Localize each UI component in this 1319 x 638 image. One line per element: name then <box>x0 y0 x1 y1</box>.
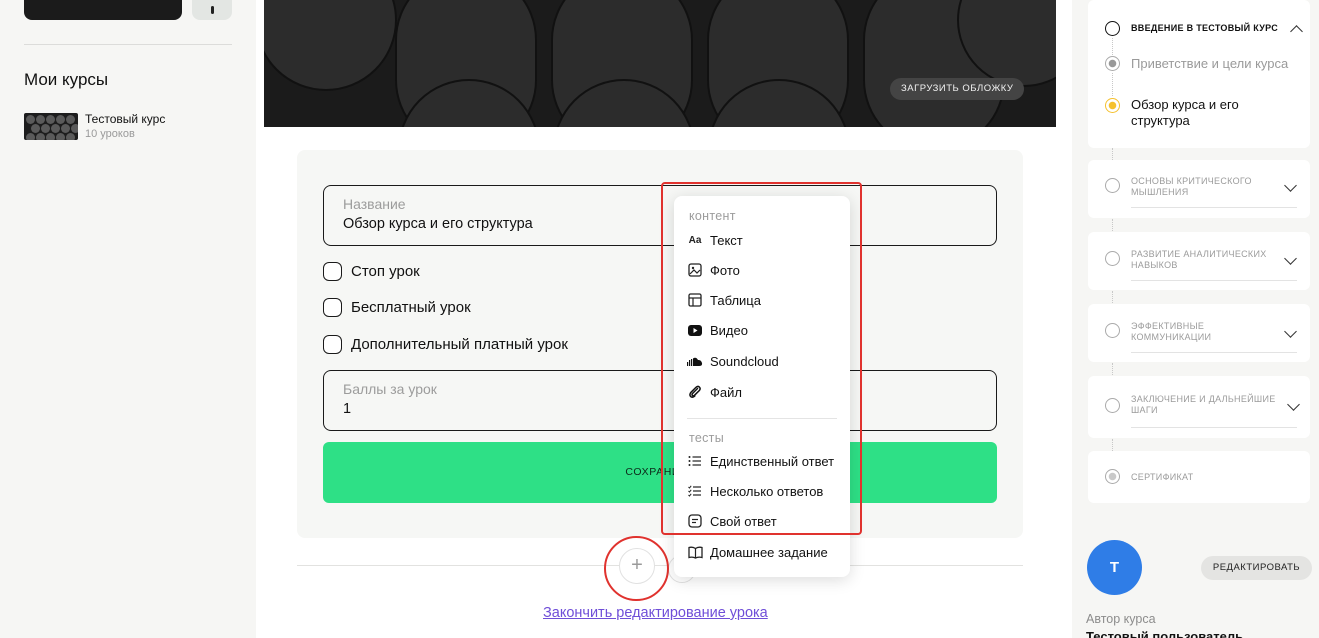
section-underline <box>1131 352 1297 353</box>
timeline-connector <box>1112 38 1113 55</box>
checkbox-box[interactable] <box>323 298 342 317</box>
my-courses-title: Мои курсы <box>24 70 109 89</box>
section-title: ЗАКЛЮЧЕНИЕ И ДАЛЬНЕЙШИЕ ШАГИ <box>1131 394 1276 415</box>
highlight-circle <box>604 536 669 601</box>
chevron-down-icon[interactable] <box>1284 179 1297 192</box>
lesson-points-value: 1 <box>343 401 352 417</box>
outline-section-intro[interactable]: ВВЕДЕНИЕ В ТЕСТОВЫЙ КУРС Приветствие и ц… <box>1088 0 1310 148</box>
section-status-icon <box>1105 21 1120 36</box>
certificate-icon <box>1105 469 1120 484</box>
timeline-connector <box>1112 148 1113 160</box>
timeline-connector <box>1112 219 1113 231</box>
certificate-label: СЕРТИФИКАТ <box>1131 472 1194 482</box>
lesson-points-field[interactable]: Баллы за урок 1 <box>323 370 997 431</box>
section-underline <box>1131 427 1297 428</box>
timeline-connector <box>1112 73 1113 96</box>
section-status-icon <box>1105 251 1120 266</box>
outline-section-critical[interactable]: ОСНОВЫ КРИТИЧЕСКОГО МЫШЛЕНИЯ <box>1088 160 1310 218</box>
account-button[interactable] <box>24 0 182 20</box>
lesson-name-label: Название <box>343 196 406 212</box>
outline-lesson-overview[interactable]: Обзор курса и его структура <box>1131 97 1281 129</box>
lesson-settings-card: Название Обзор курса и его структура Сто… <box>297 150 1023 538</box>
lesson-name-field[interactable]: Название Обзор курса и его структура <box>323 185 997 246</box>
outline-lesson-welcome[interactable]: Приветствие и цели курса <box>1131 56 1288 71</box>
section-title: ЭФФЕКТИВНЫЕ КОММУНИКАЦИИ <box>1131 321 1212 342</box>
course-lessons-count: 10 уроков <box>85 128 135 140</box>
highlight-rectangle <box>661 182 862 535</box>
lesson-status-icon <box>1105 56 1120 71</box>
section-title: ОСНОВЫ КРИТИЧЕСКОГО МЫШЛЕНИЯ <box>1131 176 1252 197</box>
chevron-down-icon[interactable] <box>1284 252 1297 265</box>
left-sidebar: Мои курсы Тестовый курс 10 уроков <box>0 0 256 638</box>
author-name: Тестовый пользователь <box>1086 629 1244 638</box>
save-button[interactable]: СОХРАНИТЬ <box>323 442 997 503</box>
outline-section-conclusion[interactable]: ЗАКЛЮЧЕНИЕ И ДАЛЬНЕЙШИЕ ШАГИ <box>1088 376 1310 438</box>
outline-certificate[interactable]: СЕРТИФИКАТ <box>1088 451 1310 503</box>
cover-pattern <box>264 0 1056 127</box>
section-status-icon <box>1105 178 1120 193</box>
menu-item-homework[interactable]: Домашнее задание <box>687 543 847 563</box>
chevron-up-icon[interactable] <box>1290 25 1303 38</box>
edit-course-button[interactable]: РЕДАКТИРОВАТЬ <box>1201 556 1312 580</box>
timeline-connector <box>1112 439 1113 451</box>
checkbox-box[interactable] <box>323 262 342 281</box>
timeline-connector <box>1112 363 1113 375</box>
section-status-icon <box>1105 323 1120 338</box>
upload-cover-button[interactable]: ЗАГРУЗИТЬ ОБЛОЖКУ <box>890 78 1025 100</box>
outline-section-communications[interactable]: ЭФФЕКТИВНЫЕ КОММУНИКАЦИИ <box>1088 304 1310 362</box>
lesson-points-label: Баллы за урок <box>343 381 437 397</box>
section-title: ВВЕДЕНИЕ В ТЕСТОВЫЙ КУРС <box>1131 23 1279 33</box>
checkbox-label: Стоп урок <box>351 263 420 280</box>
course-item[interactable]: Тестовый курс 10 уроков <box>24 111 232 145</box>
section-title: РАЗВИТИЕ АНАЛИТИЧЕСКИХ НАВЫКОВ <box>1131 249 1267 270</box>
author-avatar: T <box>1087 540 1142 595</box>
finish-editing-link[interactable]: Закончить редактирование урока <box>543 605 768 621</box>
lesson-cover: ЗАГРУЗИТЬ ОБЛОЖКУ <box>264 0 1056 127</box>
checkbox-label: Бесплатный урок <box>351 299 471 316</box>
section-underline <box>1131 280 1297 281</box>
author-label: Автор курса <box>1086 612 1156 626</box>
active-lesson-icon <box>1105 98 1120 113</box>
outline-section-analytics[interactable]: РАЗВИТИЕ АНАЛИТИЧЕСКИХ НАВЫКОВ <box>1088 232 1310 290</box>
lesson-name-value: Обзор курса и его структура <box>343 216 533 232</box>
section-underline <box>1131 207 1297 208</box>
course-thumbnail <box>24 113 78 140</box>
more-icon <box>211 6 214 14</box>
checkbox-label: Дополнительный платный урок <box>351 336 568 353</box>
book-icon <box>687 544 703 560</box>
timeline-connector <box>1112 291 1113 303</box>
course-name: Тестовый курс <box>85 112 166 126</box>
chevron-down-icon[interactable] <box>1284 325 1297 338</box>
sidebar-divider <box>24 44 232 45</box>
menu-button[interactable] <box>192 0 232 20</box>
section-status-icon <box>1105 398 1120 413</box>
checkbox-box[interactable] <box>323 335 342 354</box>
